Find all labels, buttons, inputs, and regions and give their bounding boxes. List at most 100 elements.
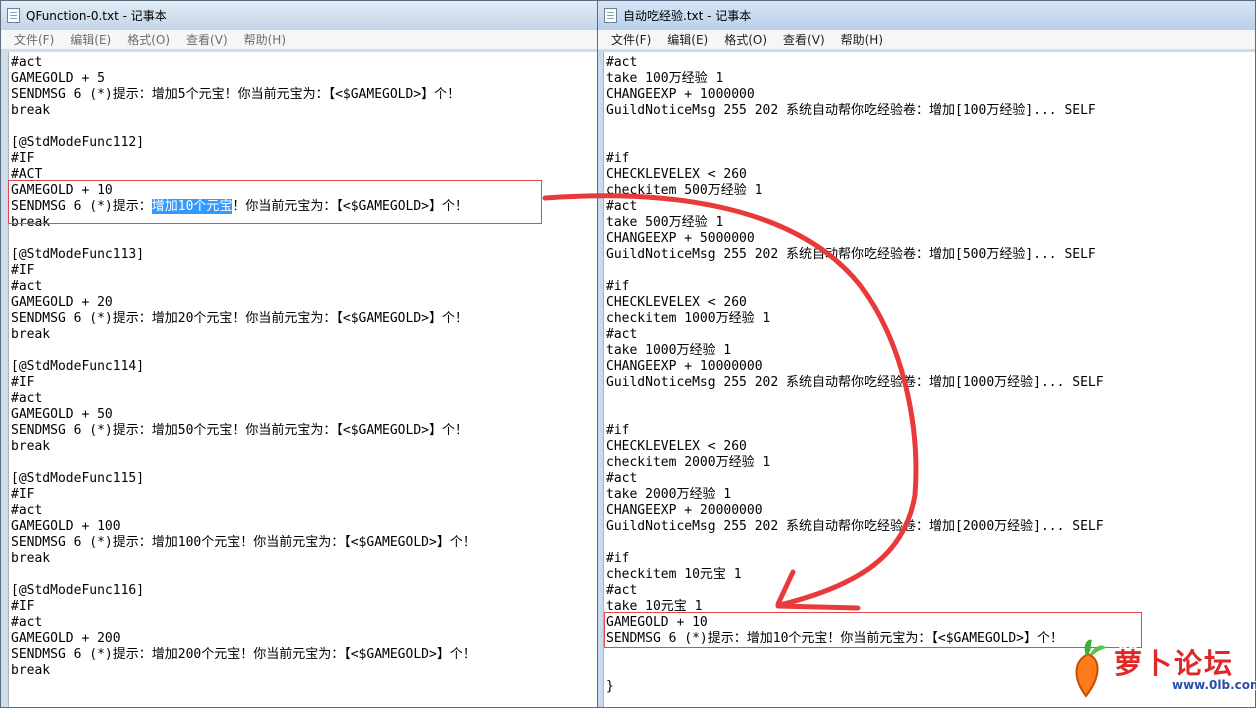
- right-code-line: GuildNoticeMsg 255 202 系统自动帮你吃经验卷：增加[200…: [606, 519, 1104, 534]
- left-notepad-window: QFunction-0.txt - 记事本 文件(F) 编辑(E) 格式(O) …: [0, 0, 598, 708]
- left-code-line: [11, 343, 597, 359]
- menu-edit[interactable]: 编辑(E): [659, 31, 716, 48]
- left-code-line: #act: [11, 279, 43, 294]
- right-code-line: checkitem 500万经验 1: [606, 183, 763, 198]
- left-code-line: #act: [11, 391, 43, 406]
- left-code-lines: #act GAMEGOLD + 5 SENDMSG 6 (*)提示：增加5个元宝！你…: [9, 52, 597, 679]
- right-notepad-window: 自动吃经验.txt - 记事本 文件(F) 编辑(E) 格式(O) 查看(V) …: [597, 0, 1256, 708]
- watermark-text: 萝卜论坛: [1114, 647, 1235, 680]
- left-code-line: [@StdModeFunc115]: [11, 471, 145, 486]
- left-menu-bar: 文件(F) 编辑(E) 格式(O) 查看(V) 帮助(H): [1, 30, 597, 50]
- right-code-line: take 2000万经验 1: [606, 487, 732, 502]
- left-code-line: SENDMSG 6 (*)提示：增加100个元宝！你当前元宝为：【<$GAMEG…: [11, 535, 476, 550]
- right-window-title: 自动吃经验.txt - 记事本: [623, 9, 752, 23]
- menu-file[interactable]: 文件(F): [603, 31, 659, 48]
- left-code-line: #act: [11, 55, 43, 70]
- menu-view[interactable]: 查看(V): [178, 31, 236, 48]
- right-code-line: take 100万经验 1: [606, 71, 724, 86]
- right-code-line: #act: [606, 471, 638, 486]
- selected-text: 增加10个元宝: [151, 199, 233, 214]
- notepad-icon: [7, 8, 20, 23]
- menu-file[interactable]: 文件(F): [6, 31, 62, 48]
- right-code-line: [606, 119, 1255, 135]
- left-code-line: GAMEGOLD + 100: [11, 519, 121, 534]
- right-code-line: GuildNoticeMsg 255 202 系统自动帮你吃经验卷：增加[100…: [606, 375, 1104, 390]
- right-code-line: CHANGEEXP + 5000000: [606, 231, 755, 246]
- menu-view[interactable]: 查看(V): [775, 31, 833, 48]
- left-code-line: break: [11, 103, 51, 118]
- right-code-line: [606, 535, 1255, 551]
- left-code-line: [11, 231, 597, 247]
- carrot-icon: [1075, 639, 1106, 698]
- left-code-line: #ACT: [11, 167, 43, 182]
- right-code-line: GuildNoticeMsg 255 202 系统自动帮你吃经验卷：增加[100…: [606, 103, 1096, 118]
- right-code-line: checkitem 2000万经验 1: [606, 455, 771, 470]
- right-code-line: GAMEGOLD + 10: [606, 615, 708, 630]
- right-code-line: [606, 135, 1255, 151]
- right-code-line: #act: [606, 199, 638, 214]
- right-code-line: CHECKLEVELEX < 260: [606, 167, 747, 182]
- left-code-line: SENDMSG 6 (*)提示：增加50个元宝！你当前元宝为：【<$GAMEGO…: [11, 423, 468, 438]
- menu-edit[interactable]: 编辑(E): [62, 31, 119, 48]
- right-code-line: #act: [606, 55, 638, 70]
- menu-help[interactable]: 帮助(H): [833, 31, 891, 48]
- right-code-line: #if: [606, 423, 630, 438]
- left-code-line: GAMEGOLD + 50: [11, 407, 113, 422]
- right-code-line: [606, 391, 1255, 407]
- right-code-lines: #act take 100万经验 1 CHANGEEXP + 1000000 Guil…: [604, 52, 1255, 695]
- left-code-line: #IF: [11, 487, 35, 502]
- right-code-line: take 10元宝 1: [606, 599, 703, 614]
- right-menu-bar: 文件(F) 编辑(E) 格式(O) 查看(V) 帮助(H): [598, 30, 1255, 50]
- right-code-line: #if: [606, 551, 630, 566]
- left-code-line: #IF: [11, 263, 35, 278]
- left-code-line: SENDMSG 6 (*)提示：增加20个元宝！你当前元宝为：【<$GAMEGO…: [11, 311, 468, 326]
- right-code-line: CHANGEEXP + 20000000: [606, 503, 763, 518]
- forum-watermark-logo: 萝卜论坛 www.0lb.com: [1062, 636, 1256, 700]
- right-code-line: CHECKLEVELEX < 260: [606, 295, 747, 310]
- left-code-line: break: [11, 439, 51, 454]
- left-code-line: GAMEGOLD + 10: [11, 183, 113, 198]
- right-text-area[interactable]: #act take 100万经验 1 CHANGEEXP + 1000000 Guil…: [603, 52, 1255, 707]
- right-code-line: #if: [606, 151, 630, 166]
- left-code-line: #IF: [11, 151, 35, 166]
- menu-format[interactable]: 格式(O): [119, 31, 178, 48]
- left-title-bar[interactable]: QFunction-0.txt - 记事本: [1, 1, 597, 30]
- left-code-line: #IF: [11, 375, 35, 390]
- left-code-line: GAMEGOLD + 5: [11, 71, 105, 86]
- right-code-line: CHANGEEXP + 1000000: [606, 87, 755, 102]
- right-title-bar[interactable]: 自动吃经验.txt - 记事本: [598, 1, 1255, 30]
- left-code-line: break: [11, 551, 51, 566]
- left-code-line: SENDMSG 6 (*)提示：增加5个元宝！你当前元宝为：【<$GAMEGOL…: [11, 87, 461, 102]
- left-code-line: SENDMSG 6 (*)提示：增加200个元宝！你当前元宝为：【<$GAMEG…: [11, 647, 476, 662]
- left-code-line: #act: [11, 615, 43, 630]
- notepad-icon: [604, 8, 617, 23]
- right-code-line: #act: [606, 327, 638, 342]
- left-code-line: [11, 119, 597, 135]
- right-code-line: [606, 407, 1255, 423]
- right-code-line: take 1000万经验 1: [606, 343, 732, 358]
- right-code-line: #if: [606, 279, 630, 294]
- right-code-line: GuildNoticeMsg 255 202 系统自动帮你吃经验卷：增加[500…: [606, 247, 1096, 262]
- left-code-line: break: [11, 663, 51, 678]
- left-code-line: break: [11, 327, 51, 342]
- left-code-line: GAMEGOLD + 20: [11, 295, 113, 310]
- code-text-segment: SENDMSG 6 (*)提示：: [11, 199, 152, 214]
- menu-help[interactable]: 帮助(H): [236, 31, 294, 48]
- right-code-line: take 500万经验 1: [606, 215, 724, 230]
- right-code-line: [606, 263, 1255, 279]
- left-code-line: [11, 567, 597, 583]
- watermark-url: www.0lb.com: [1172, 678, 1256, 692]
- left-window-title: QFunction-0.txt - 记事本: [26, 9, 167, 23]
- code-text-segment: ！你当前元宝为：【<$GAMEGOLD>】个！: [232, 199, 468, 214]
- right-code-line: #act: [606, 583, 638, 598]
- right-code-line: CHANGEEXP + 10000000: [606, 359, 763, 374]
- right-code-line: CHECKLEVELEX < 260: [606, 439, 747, 454]
- right-code-line: checkitem 1000万经验 1: [606, 311, 771, 326]
- left-code-line: [@StdModeFunc112]: [11, 135, 145, 150]
- left-text-area[interactable]: #act GAMEGOLD + 5 SENDMSG 6 (*)提示：增加5个元宝！你…: [8, 52, 597, 707]
- left-code-line: [@StdModeFunc113]: [11, 247, 145, 262]
- left-code-line: break: [11, 215, 51, 230]
- left-code-line: [@StdModeFunc116]: [11, 583, 145, 598]
- menu-format[interactable]: 格式(O): [716, 31, 775, 48]
- left-code-line: SENDMSG 6 (*)提示：增加10个元宝！你当前元宝为：【<$GAMEGO…: [11, 199, 597, 215]
